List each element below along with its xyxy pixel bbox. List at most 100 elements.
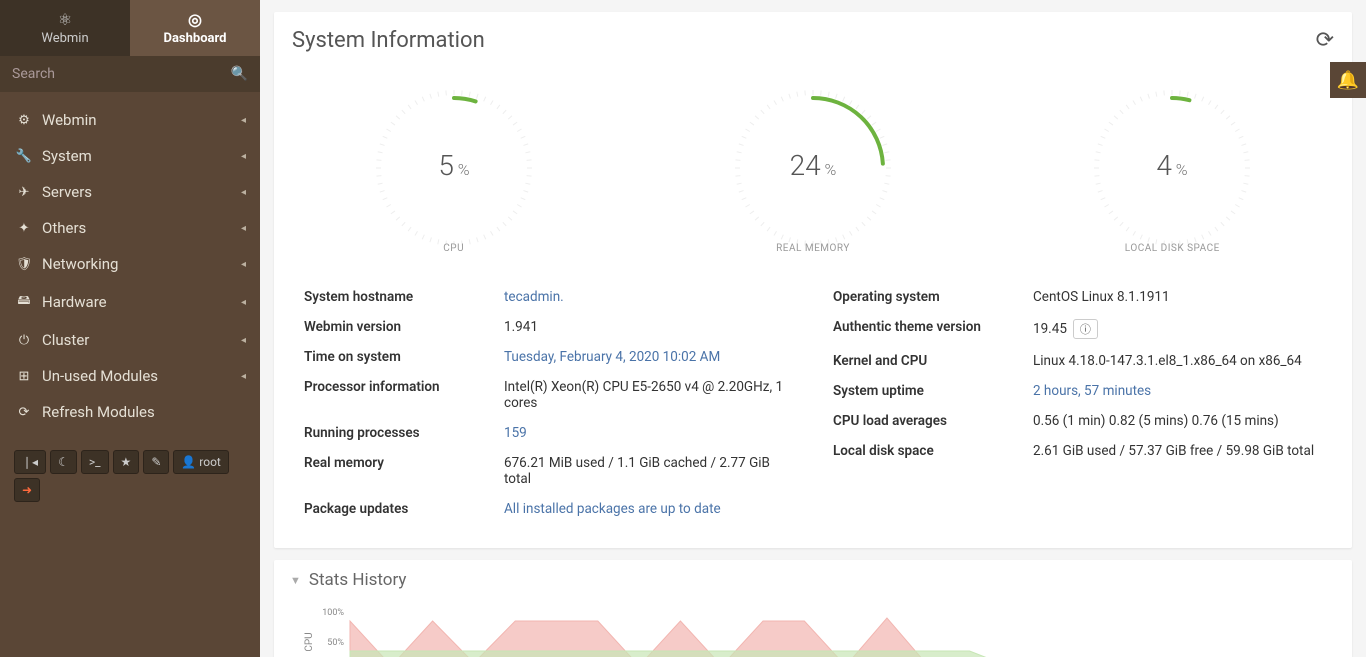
night-mode-button[interactable]: ☾ bbox=[50, 450, 77, 474]
tab-dashboard[interactable]: ◎ Dashboard bbox=[130, 0, 260, 56]
info-value[interactable]: 159 bbox=[504, 425, 527, 441]
sidebar-item-label: Webmin bbox=[42, 111, 97, 129]
menu-icon: 🖴 bbox=[14, 291, 34, 313]
menu-icon: ✦ bbox=[14, 221, 34, 236]
sidebar-item-label: Refresh Modules bbox=[42, 403, 155, 421]
search-icon[interactable]: 🔍 bbox=[231, 66, 248, 82]
info-label: Local disk space bbox=[833, 443, 1033, 459]
info-col-left: System hostnametecadmin.Webmin version1.… bbox=[304, 282, 793, 524]
info-label: Kernel and CPU bbox=[833, 353, 1033, 369]
chevron-left-icon: ◂ bbox=[241, 187, 246, 198]
info-value[interactable]: 2 hours, 57 minutes bbox=[1033, 383, 1151, 399]
info-row: System uptime2 hours, 57 minutes bbox=[833, 376, 1322, 406]
refresh-icon[interactable]: ⟳ bbox=[1316, 28, 1334, 53]
sidebar-item-label: Un-used Modules bbox=[42, 367, 158, 385]
info-value: Linux 4.18.0-147.3.1.el8_1.x86_64 on x86… bbox=[1033, 353, 1302, 369]
info-row: Kernel and CPULinux 4.18.0-147.3.1.el8_1… bbox=[833, 346, 1322, 376]
menu-icon: ⊞ bbox=[14, 369, 34, 384]
search-row: 🔍 bbox=[0, 56, 260, 92]
info-col-right: Operating systemCentOS Linux 8.1.1911Aut… bbox=[833, 282, 1322, 524]
info-label: Operating system bbox=[833, 289, 1033, 305]
notifications-button[interactable]: 🔔 bbox=[1330, 62, 1366, 98]
sidebar-item-label: Networking bbox=[42, 255, 118, 273]
chevron-left-icon: ◂ bbox=[241, 259, 246, 270]
tab-webmin-label: Webmin bbox=[41, 31, 88, 46]
info-label: Real memory bbox=[304, 455, 504, 487]
sidebar-item-hardware[interactable]: 🖴Hardware◂ bbox=[0, 282, 260, 322]
info-value[interactable]: tecadmin. bbox=[504, 289, 564, 305]
svg-text:CPU: CPU bbox=[304, 632, 315, 651]
svg-text:24 %: 24 % bbox=[790, 149, 837, 182]
sidebar-item-label: Servers bbox=[42, 183, 92, 201]
chevron-left-icon: ◂ bbox=[241, 335, 246, 346]
sidebar: ⚛ Webmin ◎ Dashboard 🔍 ⚙Webmin◂🔧System◂✈… bbox=[0, 0, 260, 657]
info-value[interactable]: All installed packages are up to date bbox=[504, 501, 721, 517]
info-label: Running processes bbox=[304, 425, 504, 441]
info-label: Authentic theme version bbox=[833, 319, 1033, 339]
gauge-real-memory: 24 %REAL MEMORY bbox=[713, 83, 913, 254]
info-label: System hostname bbox=[304, 289, 504, 305]
content: System Information ⟳ 5 %CPU24 %REAL MEMO… bbox=[260, 0, 1366, 657]
sidebar-item-refresh-modules[interactable]: ⟳Refresh Modules bbox=[0, 394, 260, 430]
info-value: 1.941 bbox=[504, 319, 538, 335]
search-input[interactable] bbox=[12, 66, 231, 82]
info-label: Time on system bbox=[304, 349, 504, 365]
gauge-local-disk-space: 4 %LOCAL DISK SPACE bbox=[1072, 83, 1272, 254]
caret-down-icon: ▼ bbox=[290, 574, 301, 587]
info-row: Local disk space2.61 GiB used / 57.37 Gi… bbox=[833, 436, 1322, 466]
info-label: Package updates bbox=[304, 501, 504, 517]
collapse-button[interactable]: ❘◂ bbox=[14, 450, 46, 474]
svg-text:5 %: 5 % bbox=[438, 149, 469, 182]
info-value: 0.56 (1 min) 0.82 (5 mins) 0.76 (15 mins… bbox=[1033, 413, 1279, 429]
gauges-row: 5 %CPU 24 %REAL MEMORY 4 %LOCAL DISK SPACE bbox=[274, 65, 1352, 262]
info-label: CPU load averages bbox=[833, 413, 1033, 429]
menu-icon: ⏻ bbox=[14, 333, 34, 348]
info-row: Webmin version1.941 bbox=[304, 312, 793, 342]
info-value: CentOS Linux 8.1.1911 bbox=[1033, 289, 1170, 305]
chevron-left-icon: ◂ bbox=[241, 115, 246, 126]
info-row: Authentic theme version19.45ⓘ bbox=[833, 312, 1322, 346]
chevron-left-icon: ◂ bbox=[241, 223, 246, 234]
terminal-button[interactable]: >_ bbox=[81, 450, 109, 474]
tab-dashboard-label: Dashboard bbox=[164, 31, 227, 46]
info-grid: System hostnametecadmin.Webmin version1.… bbox=[274, 262, 1352, 548]
sidebar-item-un-used-modules[interactable]: ⊞ Un-used Modules ◂ bbox=[0, 358, 260, 394]
favorites-button[interactable]: ★ bbox=[113, 450, 140, 474]
menu-icon: 🛡 bbox=[14, 257, 34, 272]
tab-webmin[interactable]: ⚛ Webmin bbox=[0, 0, 130, 56]
info-label: Webmin version bbox=[304, 319, 504, 335]
info-row: Real memory676.21 MiB used / 1.1 GiB cac… bbox=[304, 448, 793, 494]
info-badge-icon[interactable]: ⓘ bbox=[1073, 319, 1098, 339]
dashboard-icon: ◎ bbox=[188, 10, 202, 29]
info-row: System hostnametecadmin. bbox=[304, 282, 793, 312]
page-title: System Information bbox=[292, 28, 485, 53]
sidebar-item-label: Hardware bbox=[42, 293, 107, 311]
info-label: System uptime bbox=[833, 383, 1033, 399]
sidebar-item-webmin[interactable]: ⚙ Webmin ◂ bbox=[0, 102, 260, 138]
info-value: 19.45ⓘ bbox=[1033, 319, 1098, 339]
sidebar-item-label: System bbox=[42, 147, 92, 165]
logout-button[interactable]: ➜ bbox=[14, 478, 40, 502]
menu-icon: 🔧 bbox=[14, 149, 34, 164]
info-value[interactable]: Tuesday, February 4, 2020 10:02 AM bbox=[504, 349, 720, 365]
menu-icon: ⚙ bbox=[14, 113, 34, 128]
chevron-left-icon: ◂ bbox=[241, 371, 246, 382]
info-value: 676.21 MiB used / 1.1 GiB cached / 2.77 … bbox=[504, 455, 793, 487]
sidebar-menu: ⚙Webmin◂🔧System◂✈Servers◂✦Others◂🛡Networ… bbox=[0, 92, 260, 448]
sidebar-item-others[interactable]: ✦ Others ◂ bbox=[0, 210, 260, 246]
webmin-icon: ⚛ bbox=[58, 10, 72, 29]
info-value: Intel(R) Xeon(R) CPU E5-2650 v4 @ 2.20GH… bbox=[504, 379, 793, 411]
sidebar-item-servers[interactable]: ✈Servers◂ bbox=[0, 174, 260, 210]
sidebar-item-cluster[interactable]: ⏻Cluster◂ bbox=[0, 322, 260, 358]
chevron-left-icon: ◂ bbox=[241, 151, 246, 162]
stats-panel: ▼ Stats History 050%100%CPU9:58:57 AM9:5… bbox=[274, 560, 1352, 657]
sidebar-item-system[interactable]: 🔧 System ◂ bbox=[0, 138, 260, 174]
gauge-cpu: 5 %CPU bbox=[354, 83, 554, 254]
edit-button[interactable]: ✎ bbox=[143, 450, 169, 474]
sidebar-item-networking[interactable]: 🛡 Networking ◂ bbox=[0, 246, 260, 282]
stats-head[interactable]: ▼ Stats History bbox=[274, 560, 1352, 600]
svg-text:50%: 50% bbox=[327, 638, 344, 648]
svg-text:100%: 100% bbox=[322, 608, 344, 618]
user-button[interactable]: 👤 root bbox=[173, 450, 228, 474]
sidebar-item-label: Others bbox=[42, 219, 86, 237]
